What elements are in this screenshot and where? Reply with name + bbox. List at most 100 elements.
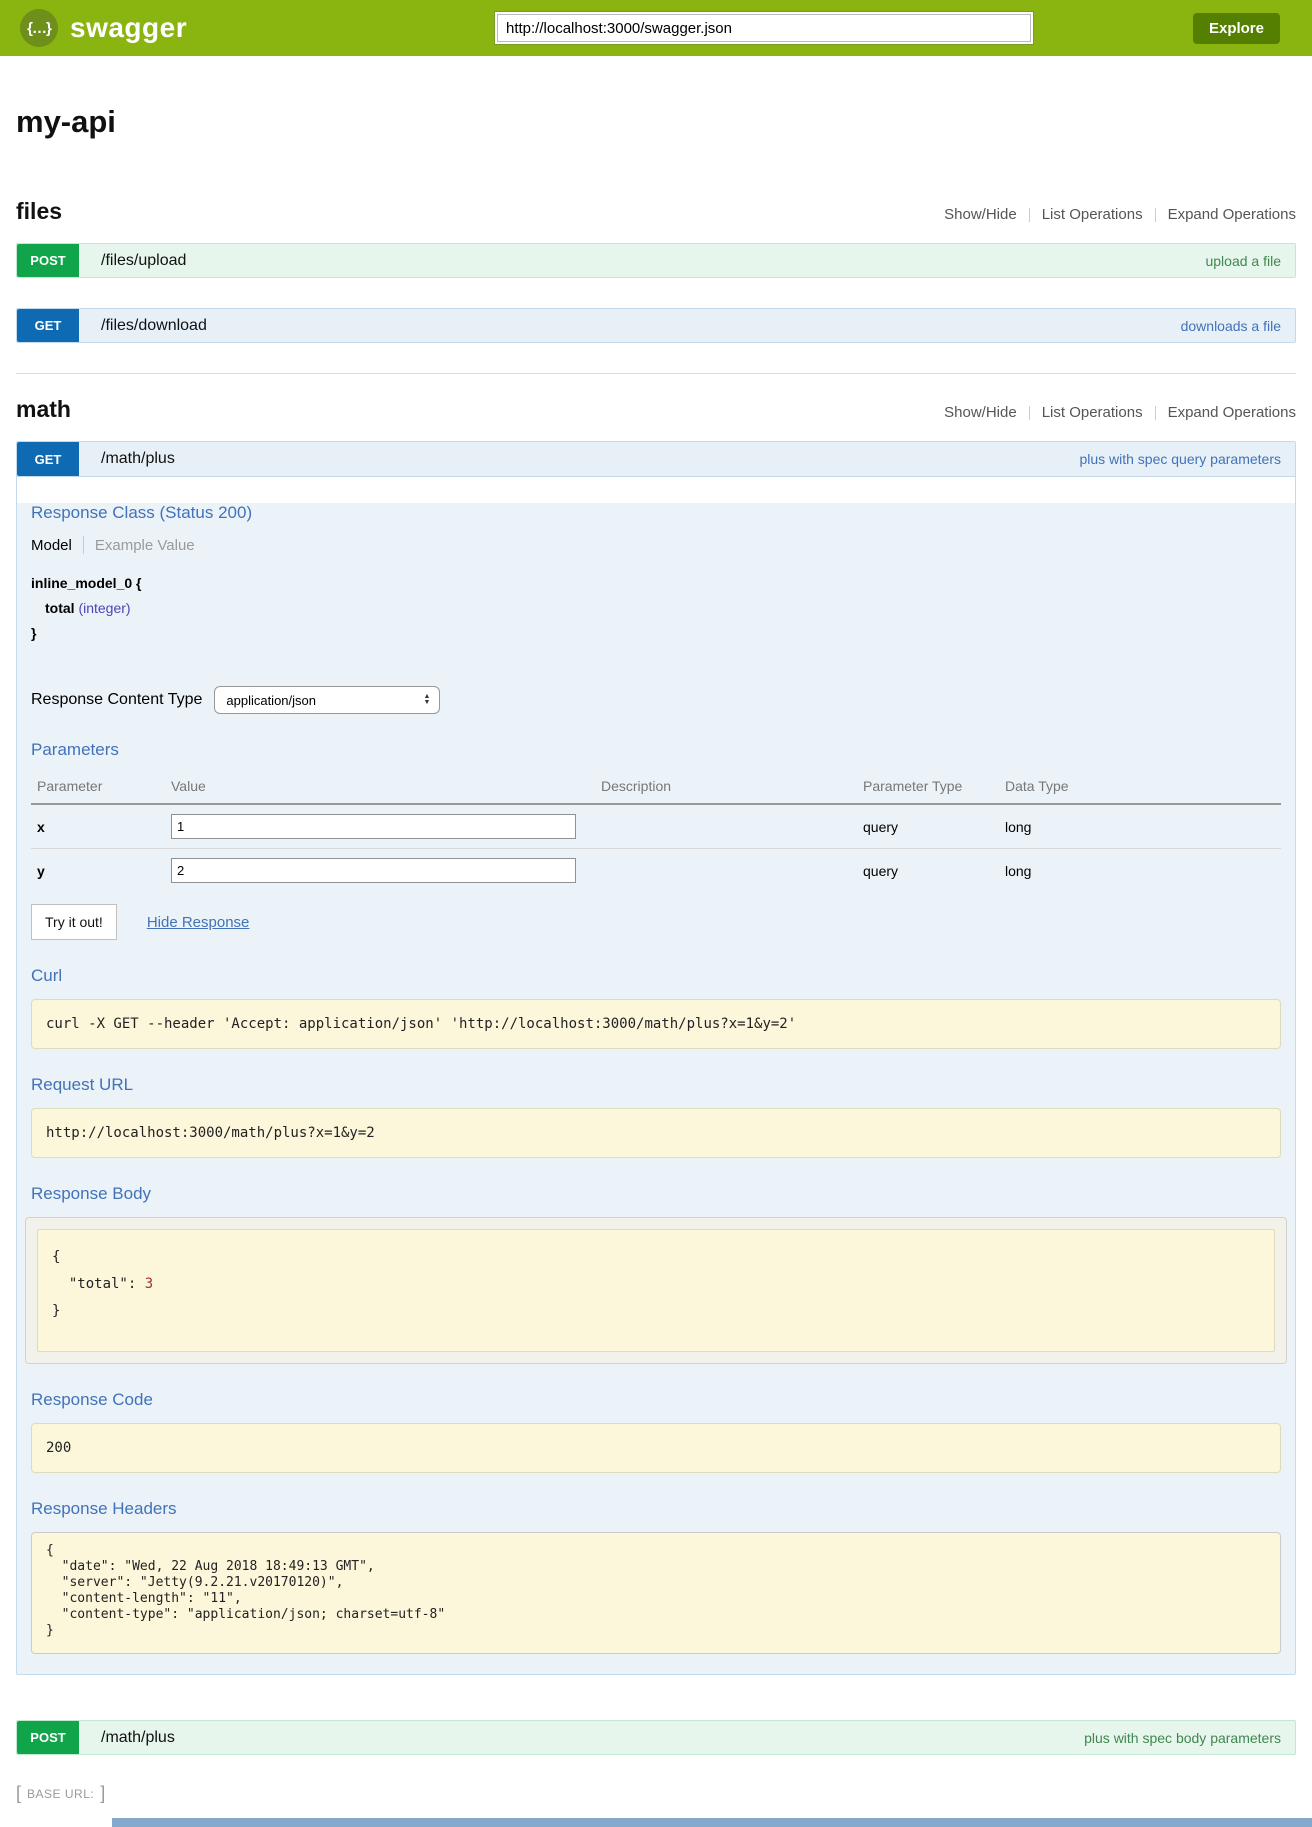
spec-url-input[interactable] (497, 14, 1031, 42)
parameter-data-type: long (1005, 804, 1281, 849)
endpoint-path[interactable]: /files/download (101, 309, 207, 342)
response-content-type-row: Response Content Type application/json ▲… (31, 686, 1281, 714)
response-code-value: 200 (31, 1423, 1281, 1473)
method-badge-get: GET (17, 442, 79, 476)
explore-button[interactable]: Explore (1193, 13, 1280, 44)
chevron-up-down-icon: ▲▼ (423, 694, 430, 706)
section-title-files[interactable]: files (16, 198, 62, 225)
operation-header: GET /math/plus plus with spec query para… (17, 442, 1295, 477)
model-property-name: total (45, 600, 75, 616)
section-title-math[interactable]: math (16, 396, 71, 423)
endpoint-path[interactable]: /files/upload (101, 244, 186, 277)
swagger-logo-icon: {…} (20, 9, 58, 47)
response-body-heading: Response Body (31, 1184, 1281, 1204)
swagger-logo[interactable]: {…} swagger (20, 9, 187, 47)
json-key: "total": (52, 1276, 145, 1292)
show-hide-link[interactable]: Show/Hide (944, 404, 1017, 421)
separator (1029, 208, 1030, 222)
section-controls-files: Show/Hide List Operations Expand Operati… (944, 206, 1296, 223)
response-content-type-label: Response Content Type (31, 691, 202, 709)
try-it-out-button[interactable]: Try it out! (31, 904, 117, 940)
section-math: math Show/Hide List Operations Expand Op… (16, 396, 1296, 1755)
base-url-footer: [ BASE URL: ] (16, 1783, 1312, 1804)
json-line: { (52, 1244, 1260, 1271)
section-header-math: math Show/Hide List Operations Expand Op… (16, 396, 1296, 423)
method-badge-get: GET (17, 309, 79, 342)
brand-title: swagger (70, 12, 187, 44)
column-header-value: Value (171, 770, 601, 804)
parameter-name: y (31, 849, 171, 893)
parameter-x-input[interactable] (171, 814, 576, 839)
section-files: files Show/Hide List Operations Expand O… (16, 198, 1296, 343)
endpoint-summary[interactable]: plus with spec body parameters (1084, 1721, 1281, 1754)
parameter-row-x: x query long (31, 804, 1281, 849)
separator (1029, 406, 1030, 420)
page-title: my-api (16, 104, 1296, 140)
parameter-description (601, 804, 863, 849)
parameters-heading: Parameters (31, 740, 1281, 760)
json-line: "total": 3 (52, 1271, 1260, 1298)
endpoint-summary[interactable]: downloads a file (1181, 309, 1281, 342)
bracket-close: ] (100, 1783, 105, 1804)
endpoint-summary[interactable]: upload a file (1205, 244, 1281, 277)
endpoint-summary[interactable]: plus with spec query parameters (1079, 442, 1281, 476)
base-url-label: BASE URL: (27, 1787, 94, 1801)
parameter-description (601, 849, 863, 893)
expand-operations-link[interactable]: Expand Operations (1168, 404, 1296, 421)
model-signature-close: } (31, 621, 1281, 646)
response-class-heading: Response Class (Status 200) (31, 503, 1281, 523)
response-content-type-select[interactable]: application/json ▲▼ (214, 686, 440, 714)
separator (83, 536, 84, 554)
section-header-files: files Show/Hide List Operations Expand O… (16, 198, 1296, 225)
parameter-type: query (863, 804, 1005, 849)
expand-operations-link[interactable]: Expand Operations (1168, 206, 1296, 223)
model-signature-open: inline_model_0 { (31, 571, 1281, 596)
response-headers-value: { "date": "Wed, 22 Aug 2018 18:49:13 GMT… (31, 1532, 1281, 1654)
model-property-type: (integer) (75, 600, 131, 616)
curl-heading: Curl (31, 966, 1281, 986)
endpoint-path[interactable]: /math/plus (101, 1721, 175, 1754)
endpoint-row-files-download: GET /files/download downloads a file (16, 308, 1296, 343)
curl-command: curl -X GET --header 'Accept: applicatio… (31, 999, 1281, 1049)
parameter-name: x (31, 804, 171, 849)
method-badge-post: POST (17, 1721, 79, 1754)
list-operations-link[interactable]: List Operations (1042, 206, 1143, 223)
request-url-heading: Request URL (31, 1075, 1281, 1095)
parameter-type: query (863, 849, 1005, 893)
try-row: Try it out! Hide Response (31, 904, 1281, 940)
tab-example-value[interactable]: Example Value (95, 537, 195, 554)
column-header-data-type: Data Type (1005, 770, 1281, 804)
response-content-type-value: application/json (226, 693, 316, 708)
parameters-table: Parameter Value Description Parameter Ty… (31, 770, 1281, 892)
show-hide-link[interactable]: Show/Hide (944, 206, 1017, 223)
response-body-value: { "total": 3 } (37, 1229, 1275, 1352)
list-operations-link[interactable]: List Operations (1042, 404, 1143, 421)
bracket-open: [ (16, 1783, 21, 1804)
response-body-container: { "total": 3 } (25, 1217, 1287, 1364)
parameter-row-y: y query long (31, 849, 1281, 893)
operation-content: Response Class (Status 200) Model Exampl… (17, 503, 1295, 1674)
column-header-parameter: Parameter (31, 770, 171, 804)
endpoint-path[interactable]: /math/plus (101, 442, 175, 476)
column-header-parameter-type: Parameter Type (863, 770, 1005, 804)
app-header: {…} swagger Explore (0, 0, 1312, 56)
parameter-data-type: long (1005, 849, 1281, 893)
section-divider (16, 373, 1296, 374)
model-tabs: Model Example Value (31, 536, 1281, 554)
model-property: total (integer) (45, 596, 1281, 621)
json-line: } (52, 1298, 1260, 1325)
request-url-value: http://localhost:3000/math/plus?x=1&y=2 (31, 1108, 1281, 1158)
section-controls-math: Show/Hide List Operations Expand Operati… (944, 404, 1296, 421)
parameter-y-input[interactable] (171, 858, 576, 883)
spec-url-wrap (494, 11, 1034, 45)
method-badge-post: POST (17, 244, 79, 277)
json-number: 3 (145, 1276, 153, 1292)
endpoint-row-files-upload: POST /files/upload upload a file (16, 243, 1296, 278)
operation-get-math-plus: GET /math/plus plus with spec query para… (16, 441, 1296, 1675)
model-signature: inline_model_0 { total (integer) } (31, 571, 1281, 646)
response-headers-heading: Response Headers (31, 1499, 1281, 1519)
separator (1155, 406, 1156, 420)
tab-model[interactable]: Model (31, 537, 72, 554)
endpoint-row-math-plus-post: POST /math/plus plus with spec body para… (16, 1720, 1296, 1755)
hide-response-link[interactable]: Hide Response (147, 914, 250, 931)
